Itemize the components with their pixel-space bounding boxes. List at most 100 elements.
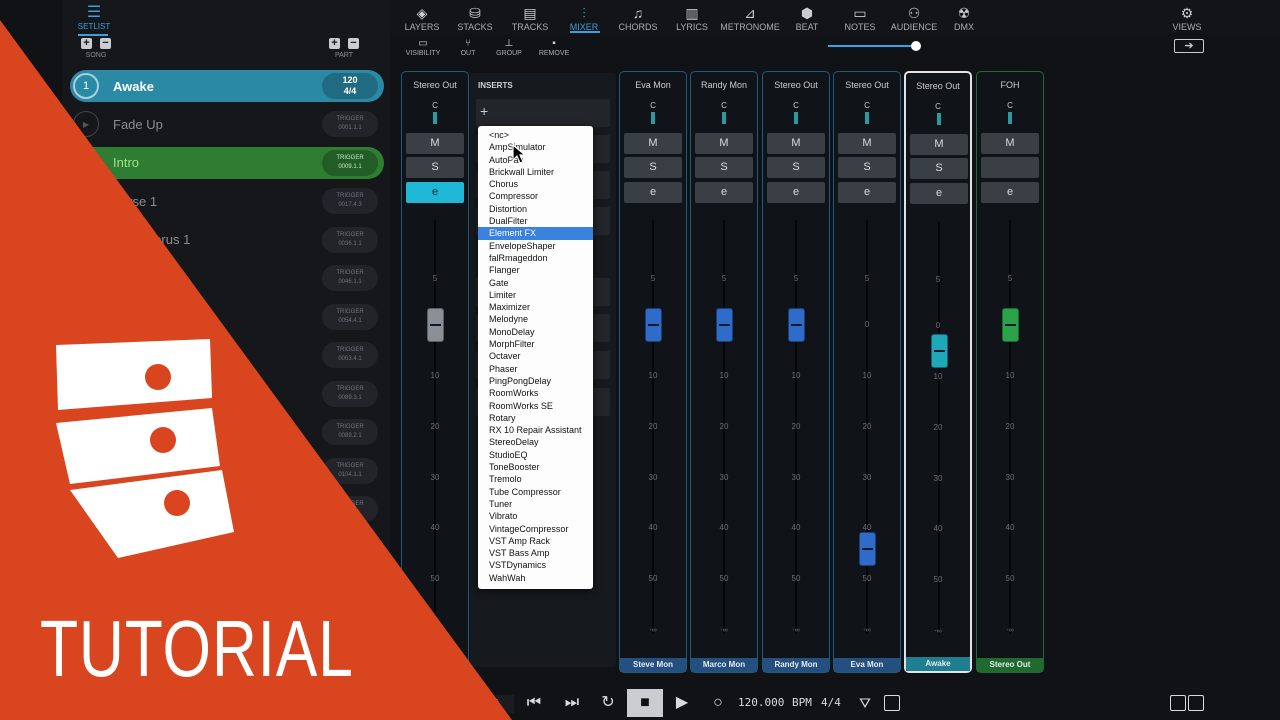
stop-button[interactable]: ■: [627, 689, 663, 717]
mute-button[interactable]: M: [406, 133, 464, 154]
group-button[interactable]: ⊥ GROUP: [486, 38, 532, 57]
fx-menu-item[interactable]: DualFilter: [478, 215, 593, 227]
fx-menu-item[interactable]: Compressor: [478, 190, 593, 202]
fx-menu-item[interactable]: Maximizer: [478, 301, 593, 313]
volume-fader[interactable]: [859, 531, 876, 566]
fx-menu-item[interactable]: <nc>: [478, 129, 593, 141]
pan-value[interactable]: C: [691, 101, 757, 110]
edit-button[interactable]: e: [695, 182, 753, 203]
solo-button[interactable]: [981, 157, 1039, 178]
mute-button[interactable]: M: [910, 134, 968, 155]
edit-button[interactable]: e: [981, 182, 1039, 203]
output-routing[interactable]: Marco Mon: [691, 658, 757, 672]
fx-menu-item[interactable]: RX 10 Repair Assistant: [478, 424, 593, 436]
part-item[interactable]: ▶ TRIGGER 0089.2.1: [70, 416, 384, 448]
part-item[interactable]: ▶ Verse 1 TRIGGER 0017.4.3: [70, 185, 384, 217]
views-button[interactable]: ⚙ VIEWS: [1155, 4, 1219, 32]
output-routing[interactable]: Eva Mon: [834, 658, 900, 672]
pan-value[interactable]: C: [763, 101, 829, 110]
output-routing[interactable]: Steve Mon: [620, 658, 686, 672]
fx-menu-item[interactable]: Tremolo: [478, 473, 593, 485]
fx-menu-item[interactable]: falRmageddon: [478, 252, 593, 264]
play-icon[interactable]: ▶: [73, 265, 99, 291]
fx-menu-item[interactable]: Brickwall Limiter: [478, 166, 593, 178]
signature-display[interactable]: 4/4: [821, 696, 841, 709]
fx-menu-item[interactable]: Vibrato: [478, 510, 593, 522]
solo-button[interactable]: S: [624, 157, 682, 178]
play-icon[interactable]: ▶: [73, 457, 99, 484]
metronome-icon[interactable]: ⛛: [851, 686, 879, 720]
part-item[interactable]: ▶ Intro TRIGGER 0009.1.1: [70, 146, 384, 179]
fx-menu-item[interactable]: Rotary: [478, 412, 593, 424]
fx-menu-item[interactable]: VSTDynamics: [478, 559, 593, 571]
fx-menu-item[interactable]: VST Bass Amp: [478, 547, 593, 559]
fx-menu-item[interactable]: Limiter: [478, 289, 593, 301]
pan-value[interactable]: C: [906, 102, 970, 111]
fx-menu-item[interactable]: Element FX: [478, 227, 593, 240]
fx-menu-item[interactable]: MonoDelay: [478, 326, 593, 338]
pan-value[interactable]: C: [620, 101, 686, 110]
part-item[interactable]: ▶ TRIGGER 0104.1.1: [70, 455, 384, 487]
output-routing[interactable]: Awake: [906, 657, 970, 671]
solo-button[interactable]: S: [838, 157, 896, 178]
volume-fader[interactable]: [716, 307, 733, 342]
fx-menu-item[interactable]: ToneBooster: [478, 461, 593, 473]
close-icon[interactable]: x: [362, 662, 368, 674]
out-button[interactable]: ⑂ OUT: [445, 38, 491, 57]
fx-menu-item[interactable]: AutoPan: [478, 154, 593, 166]
part-item[interactable]: ▶ TRIGGER 0089.3.1: [70, 378, 384, 410]
fx-menu-item[interactable]: Phaser: [478, 363, 593, 375]
skip-forward-icon[interactable]: ⏭: [558, 686, 586, 720]
remove-part-button[interactable]: −: [348, 38, 359, 49]
fx-menu-item[interactable]: Melodyne: [478, 313, 593, 325]
fx-menu-item[interactable]: Chorus: [478, 178, 593, 190]
fx-menu-item[interactable]: EnvelopeShaper: [478, 240, 593, 252]
part-item[interactable]: ▶ TRIGGER: [70, 570, 384, 602]
edit-button[interactable]: e: [624, 182, 682, 203]
fx-menu-item[interactable]: WahWah: [478, 572, 593, 584]
mute-button[interactable]: M: [695, 133, 753, 154]
play-icon[interactable]: ▶: [73, 573, 99, 599]
remove-song-button[interactable]: −: [100, 38, 111, 49]
record-icon[interactable]: ○: [704, 686, 732, 720]
add-part-button[interactable]: +: [329, 38, 340, 49]
fx-menu-item[interactable]: RoomWorks SE: [478, 400, 593, 412]
part-item[interactable]: ▶ Verse 2 TRIGGER 0054.4.1: [70, 301, 384, 333]
edit-button[interactable]: e: [406, 182, 464, 203]
remove-button[interactable]: ▪ REMOVE: [531, 38, 577, 57]
part-item[interactable]: ▶ TRIGGER: [70, 532, 384, 564]
part-item[interactable]: ▶ TRIGGER: [70, 493, 384, 525]
slider-handle[interactable]: [911, 41, 921, 51]
play-icon[interactable]: ▶: [73, 496, 99, 522]
visibility-button[interactable]: ▭ VISIBILITY: [400, 38, 446, 57]
volume-fader[interactable]: [645, 307, 662, 342]
loop-icon[interactable]: ↻: [594, 686, 622, 720]
pan-value[interactable]: C: [834, 101, 900, 110]
mute-button[interactable]: M: [624, 133, 682, 154]
song-item-awake[interactable]: 1 Awake 120 4/4: [70, 70, 384, 102]
pan-value[interactable]: C: [402, 101, 468, 110]
fx-menu-item[interactable]: Distortion: [478, 203, 593, 215]
part-item[interactable]: ▶ TRIGGER 0063.4.1: [70, 339, 384, 371]
edit-button[interactable]: e: [838, 182, 896, 203]
fx-menu-item[interactable]: Flanger: [478, 264, 593, 276]
layout-right-icon[interactable]: [1188, 695, 1204, 711]
mute-button[interactable]: M: [981, 133, 1039, 154]
volume-fader[interactable]: [1002, 307, 1019, 342]
tab-lyrics[interactable]: ▥ LYRICS: [660, 4, 724, 32]
volume-fader[interactable]: [788, 307, 805, 342]
mute-button[interactable]: M: [767, 133, 825, 154]
play-icon[interactable]: ▶: [73, 188, 99, 214]
tab-dmx[interactable]: ☢ DMX: [932, 4, 996, 32]
tempo-display[interactable]: 120.000: [738, 696, 784, 709]
play-icon[interactable]: ▶: [73, 342, 99, 368]
skip-back-icon[interactable]: ⏮: [520, 686, 548, 720]
precount-checkbox[interactable]: [884, 695, 900, 711]
volume-fader[interactable]: [427, 307, 444, 342]
channel-width-slider[interactable]: [828, 41, 921, 51]
play-icon[interactable]: ▶: [73, 111, 99, 137]
fx-menu-item[interactable]: Gate: [478, 277, 593, 289]
setlist-button[interactable]: ☰ SETLIST: [74, 4, 114, 31]
play-icon[interactable]: ▶: [73, 534, 99, 561]
part-item[interactable]: ▶ Chorus 1 TRIGGER 0046.1.1: [70, 262, 384, 294]
